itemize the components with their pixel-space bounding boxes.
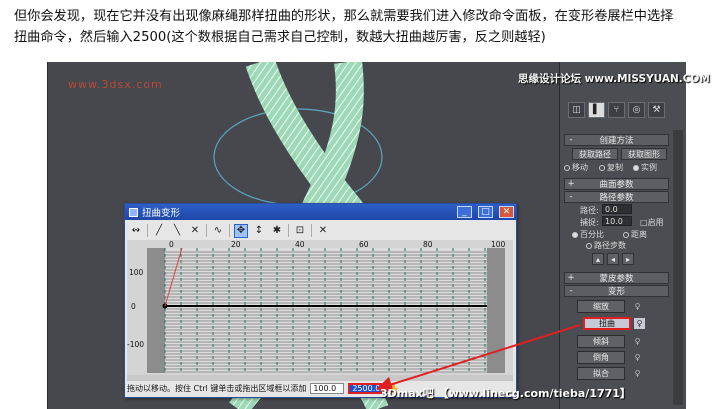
snap-spinner[interactable]: 10.0 — [602, 216, 632, 226]
axis-top-100: 100 — [491, 240, 506, 249]
intro-text: 但你会发现，现在它并没有出现像麻绳那样扭曲的形状，那么就需要我们进入修改命令面板… — [14, 6, 714, 48]
deformation-graph[interactable]: 0 20 40 60 80 100 100 0 -100 — [127, 240, 513, 375]
radio-instance[interactable]: 实例 — [633, 162, 657, 173]
modify-tab-icon[interactable]: ▌ — [588, 102, 605, 118]
watermark-top: 思缘设计论坛 www.MISSYUAN.COM — [518, 73, 710, 85]
axis-left-minus100: -100 — [127, 340, 145, 349]
insert-corner-point-icon[interactable]: ✱ — [270, 224, 284, 238]
scale-deform-button[interactable]: 缩放 — [577, 300, 625, 313]
scale-toggle-icon[interactable]: ♀ — [632, 301, 643, 312]
display-y-axis-icon[interactable]: ╲ — [170, 224, 184, 238]
motion-tab-icon[interactable]: ◎ — [628, 102, 645, 118]
axis-top-0: 0 — [169, 240, 174, 249]
position-field[interactable]: 100.0 — [310, 383, 345, 394]
viewport-watermark: www.3dsx.com — [68, 78, 163, 91]
display-x-axis-icon[interactable]: ╱ — [152, 224, 166, 238]
dialog-titlebar[interactable]: 扭曲变形 _ □ ✕ — [125, 204, 516, 220]
axis-top-80: 80 — [423, 240, 433, 249]
path-spinner[interactable]: 0.0 — [602, 204, 632, 214]
rollout-deformations[interactable]: - 变形 — [564, 285, 669, 297]
radio-distance[interactable]: 距离 — [623, 229, 647, 240]
scale-control-point-icon[interactable]: ↕ — [252, 224, 266, 238]
axis-top-40: 40 — [295, 240, 305, 249]
prev-shape-icon[interactable]: ◂ — [607, 253, 619, 265]
command-panel: ◫ ▌ ⑂ ◎ ⚒ - 创建方法 获取路径 获取图形 移动 复制 实例 + 曲面参数… — [559, 62, 686, 409]
fit-deform-button[interactable]: 拟合 — [577, 367, 625, 380]
display-xy-axes-icon[interactable]: ✕ — [188, 224, 202, 238]
intro-line-1: 但你会发现，现在它并没有出现像麻绳那样扭曲的形状，那么就需要我们进入修改命令面板… — [14, 9, 674, 24]
status-text: 拖动以移动。按住 Ctrl 键单击或拖出区域框以添加 — [127, 384, 307, 393]
teeter-toggle-icon[interactable]: ♀ — [632, 336, 643, 347]
dialog-app-icon — [129, 207, 138, 217]
graph-hscrollbar[interactable] — [127, 375, 513, 381]
radio-copy[interactable]: 复制 — [599, 162, 623, 173]
reset-curve-icon[interactable]: ✕ — [316, 224, 330, 238]
twist-toggle-icon[interactable]: ♀ — [634, 318, 645, 329]
make-symmetrical-icon[interactable]: ↭ — [129, 224, 143, 238]
get-shape-button[interactable]: 获取图形 — [621, 148, 667, 160]
rollout-creation-method[interactable]: - 创建方法 — [564, 134, 669, 146]
command-panel-tabs: ◫ ▌ ⑂ ◎ ⚒ — [568, 102, 678, 120]
path-label: 路径: — [580, 206, 599, 215]
twist-deform-button[interactable]: 扭曲 — [583, 317, 631, 330]
close-icon[interactable]: ✕ — [499, 206, 514, 218]
command-panel-scrollbar[interactable] — [673, 130, 683, 405]
axis-left-0: 0 — [131, 302, 136, 311]
move-control-point-icon[interactable]: ✥ — [234, 223, 248, 238]
snap-label: 捕捉: — [580, 218, 599, 227]
bevel-toggle-icon[interactable]: ♀ — [632, 352, 643, 363]
axis-left-100: 100 — [129, 268, 144, 277]
screenshot-stage: 但你会发现，现在它并没有出现像麻绳那样扭曲的形状，那么就需要我们进入修改命令面板… — [0, 0, 719, 409]
watermark-bottom: 3Dmax吧 【www.linecg.com/tieba/1771】 — [380, 387, 631, 400]
maximize-icon[interactable]: □ — [478, 206, 493, 218]
next-shape-icon[interactable]: ▸ — [622, 253, 634, 265]
axis-top-20: 20 — [231, 240, 241, 249]
intro-line-2: 扭曲命令，然后输入2500(这个数根据自己需求自己控制，数越大扭曲越厉害，反之则… — [14, 30, 546, 45]
radio-path-steps[interactable]: 路径步数 — [586, 240, 626, 251]
teeter-deform-button[interactable]: 倾斜 — [577, 335, 625, 348]
create-tab-icon[interactable]: ◫ — [568, 102, 585, 118]
fit-toggle-icon[interactable]: ♀ — [632, 368, 643, 379]
rollout-surface-params[interactable]: + 曲面参数 — [564, 178, 669, 190]
radio-percent[interactable]: 百分比 — [572, 229, 604, 240]
rollout-skin-params[interactable]: + 蒙皮参数 — [564, 272, 669, 284]
dialog-title: 扭曲变形 — [142, 208, 181, 219]
delete-control-point-icon[interactable]: ⊡ — [293, 224, 307, 238]
radio-move[interactable]: 移动 — [564, 162, 588, 173]
utilities-tab-icon[interactable]: ⚒ — [648, 102, 665, 118]
twist-deformation-dialog: 扭曲变形 _ □ ✕ ↭ ╱ ╲ ✕ ∿ ✥ ↕ ✱ ⊡ ✕ 0 20 40 6… — [124, 203, 517, 398]
axis-top-60: 60 — [359, 240, 369, 249]
get-path-button[interactable]: 获取路径 — [572, 148, 618, 160]
bevel-deform-button[interactable]: 倒角 — [577, 351, 625, 364]
twist-value-field[interactable]: 2500.0 — [348, 383, 383, 394]
pick-shape-icon[interactable]: ▴ — [592, 253, 604, 265]
graph-canvas — [127, 240, 513, 375]
minimize-icon[interactable]: _ — [457, 206, 472, 218]
swap-curves-icon[interactable]: ∿ — [211, 224, 225, 238]
rollout-path-params[interactable]: - 路径参数 — [564, 191, 669, 203]
hierarchy-tab-icon[interactable]: ⑂ — [608, 102, 625, 118]
dialog-toolbar: ↭ ╱ ╲ ✕ ∿ ✥ ↕ ✱ ⊡ ✕ — [127, 222, 513, 239]
enable-checkbox[interactable]: □启用 — [640, 217, 664, 228]
